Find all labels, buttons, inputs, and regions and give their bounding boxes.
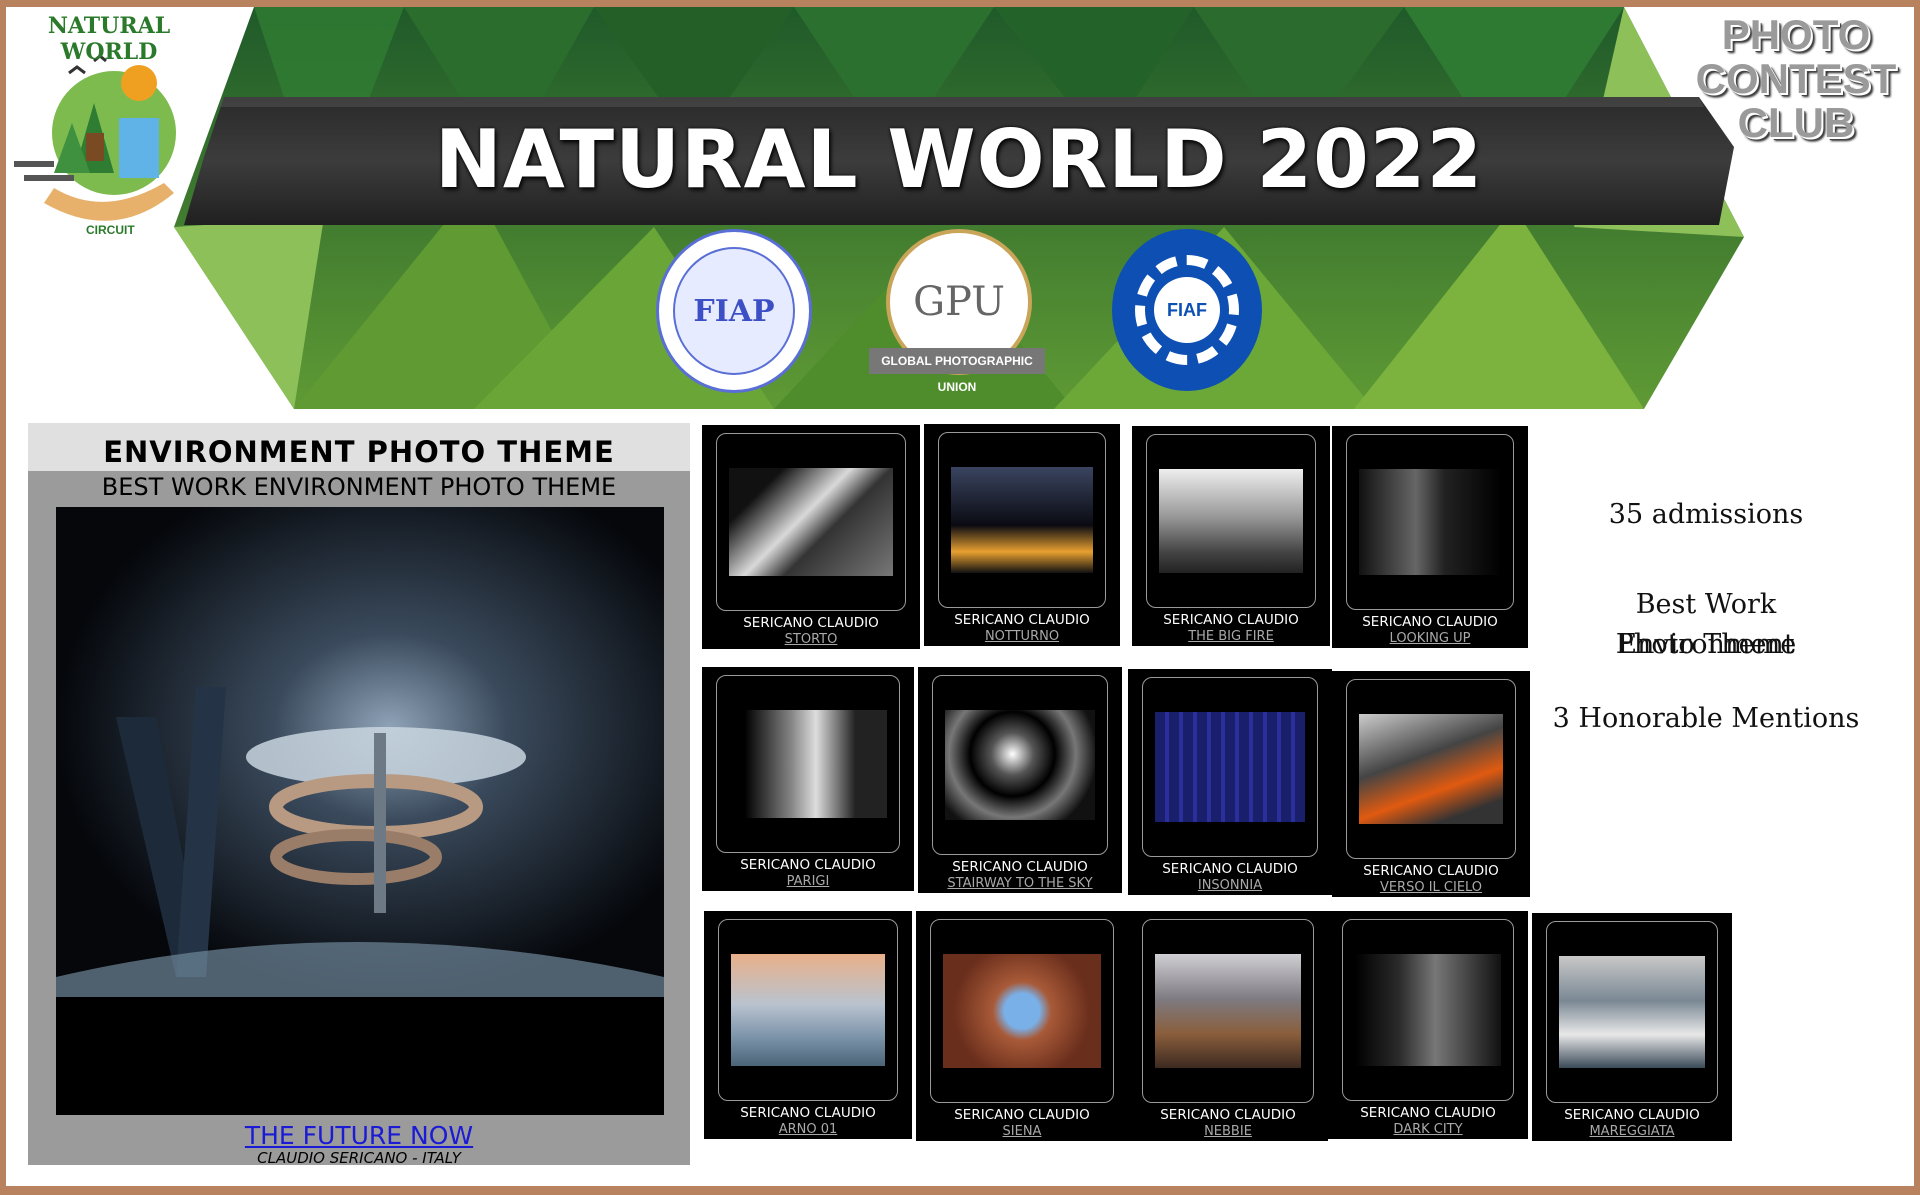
- photo-thumbnail[interactable]: SERICANO CLAUDIO INSONNIA: [1128, 669, 1332, 895]
- logo-line-2: CONTEST: [1695, 55, 1897, 102]
- featured-award-panel: ENVIRONMENT PHOTO THEME BEST WORK ENVIRO…: [28, 423, 690, 1167]
- thumbnail-mat: [1146, 434, 1316, 608]
- fiaf-seal: FIAF: [1112, 229, 1262, 391]
- thumbnail-mat: [716, 433, 906, 611]
- thumbnail-mat: [930, 919, 1114, 1103]
- fiap-seal-label: FIAP: [673, 247, 795, 375]
- thumbnail-image[interactable]: [1355, 954, 1501, 1066]
- photo-thumbnail[interactable]: SERICANO CLAUDIO DARK CITY: [1328, 911, 1528, 1139]
- fiaf-seal-label: FIAF: [1154, 277, 1220, 343]
- thumbnail-author: SERICANO CLAUDIO: [1360, 1105, 1496, 1121]
- photo-thumbnail[interactable]: SERICANO CLAUDIO MAREGGIATA: [1532, 913, 1732, 1141]
- thumbnail-mat: [1346, 679, 1516, 859]
- thumbnail-author: SERICANO CLAUDIO: [1362, 614, 1498, 630]
- thumbnail-author: SERICANO CLAUDIO: [740, 857, 876, 873]
- thumbnail-image[interactable]: [1155, 954, 1301, 1068]
- circuit-logo-text: NATURAL WORLD: [47, 13, 171, 65]
- thumbnail-title-link[interactable]: STAIRWAY TO THE SKY: [918, 876, 1122, 891]
- photo-thumbnail[interactable]: SERICANO CLAUDIO LOOKING UP: [1332, 426, 1528, 648]
- thumbnail-mat: [1546, 921, 1718, 1103]
- thumbnail-mat: [1342, 919, 1514, 1101]
- thumbnail-image[interactable]: [951, 467, 1093, 573]
- thumbnail-title-link[interactable]: DARK CITY: [1328, 1122, 1528, 1137]
- thumbnail-mat: [1346, 434, 1514, 610]
- thumbnail-author: SERICANO CLAUDIO: [1163, 612, 1299, 628]
- photo-thumbnail[interactable]: SERICANO CLAUDIO ARNO 01: [704, 911, 912, 1139]
- circuit-logo-subtext: CIRCUIT: [86, 223, 135, 237]
- natural-world-circuit-logo: NATURAL WORLD CIRCUIT: [14, 13, 204, 247]
- thumbnail-author: SERICANO CLAUDIO: [1363, 863, 1499, 879]
- featured-photo-title-link[interactable]: THE FUTURE NOW: [28, 1121, 690, 1150]
- honorable-mentions-count: 3 Honorable Mentions: [1552, 703, 1860, 734]
- thumbnail-image[interactable]: [1159, 469, 1303, 573]
- thumbnail-title-link[interactable]: SIENA: [916, 1124, 1128, 1139]
- thumbnail-mat: [716, 675, 900, 853]
- thumbnail-title-link[interactable]: VERSO IL CIELO: [1332, 880, 1530, 895]
- thumbnail-title-link[interactable]: STORTO: [702, 632, 920, 647]
- gpu-caption: GLOBAL PHOTOGRAPHIC UNION: [869, 348, 1045, 394]
- thumbnail-title-link[interactable]: NEBBIE: [1128, 1124, 1328, 1139]
- thumbnail-image[interactable]: [1359, 469, 1501, 575]
- thumbnail-image[interactable]: [1155, 712, 1305, 822]
- thumbnail-title-link[interactable]: NOTTURNO: [924, 629, 1120, 644]
- logo-line-3: CLUB: [1737, 99, 1855, 146]
- thumbnail-mat: [718, 919, 898, 1101]
- thumbnail-mat: [1142, 677, 1318, 857]
- photo-thumbnail[interactable]: SERICANO CLAUDIO SIENA: [916, 911, 1128, 1141]
- thumbnail-image[interactable]: [729, 468, 893, 576]
- thumbnail-author: SERICANO CLAUDIO: [954, 1107, 1090, 1123]
- thumbnail-image[interactable]: [943, 954, 1101, 1068]
- featured-photo-author: CLAUDIO SERICANO - ITALY: [257, 1149, 461, 1167]
- thumbnail-title-link[interactable]: THE BIG FIRE: [1132, 629, 1330, 644]
- photo-thumbnail[interactable]: SERICANO CLAUDIO NOTTURNO: [924, 424, 1120, 646]
- photo-thumbnail[interactable]: SERICANO CLAUDIO THE BIG FIRE: [1132, 426, 1330, 646]
- best-work-line-2: Photo Theme: [1615, 629, 1797, 660]
- thumbnail-mat: [938, 432, 1106, 608]
- thumbnail-title-link[interactable]: MAREGGIATA: [1532, 1124, 1732, 1139]
- thumbnail-author: SERICANO CLAUDIO: [743, 615, 879, 631]
- photo-thumbnail[interactable]: SERICANO CLAUDIO VERSO IL CIELO: [1332, 671, 1530, 897]
- featured-photo-image: [56, 507, 664, 1115]
- thumbnail-image[interactable]: [1559, 956, 1705, 1068]
- header-banner: NATURAL WORLD 2022 FIAP GPU GLOBAL PHOTO…: [174, 7, 1744, 409]
- thumbnail-author: SERICANO CLAUDIO: [954, 612, 1090, 628]
- featured-photo[interactable]: [56, 507, 664, 1115]
- contest-title: NATURAL WORLD 2022: [434, 113, 1484, 206]
- thumbnail-author: SERICANO CLAUDIO: [952, 859, 1088, 875]
- photo-thumbnail[interactable]: SERICANO CLAUDIO STORTO: [702, 425, 920, 649]
- theme-heading: ENVIRONMENT PHOTO THEME: [28, 423, 690, 471]
- page-frame: NATURAL WORLD 2022 FIAP GPU GLOBAL PHOTO…: [6, 7, 1914, 1186]
- thumbnail-image[interactable]: [731, 954, 885, 1066]
- fiap-seal: FIAP: [656, 229, 812, 393]
- fiaf-ring-icon: FIAF: [1135, 255, 1239, 365]
- photo-contest-club-logo: PHOTO CONTEST CLUB: [1678, 13, 1914, 145]
- thumbnail-image[interactable]: [729, 710, 887, 818]
- thumbnail-author: SERICANO CLAUDIO: [1564, 1107, 1700, 1123]
- photo-thumbnail[interactable]: SERICANO CLAUDIO STAIRWAY TO THE SKY: [918, 667, 1122, 893]
- award-label: BEST WORK ENVIRONMENT PHOTO THEME: [101, 473, 617, 501]
- thumbnail-title-link[interactable]: LOOKING UP: [1332, 631, 1528, 646]
- thumbnail-image[interactable]: [1359, 714, 1503, 824]
- thumbnail-mat: [932, 675, 1108, 855]
- thumbnail-author: SERICANO CLAUDIO: [1162, 861, 1298, 877]
- admissions-count: 35 admissions: [1608, 499, 1804, 530]
- thumbnail-title-link[interactable]: ARNO 01: [704, 1122, 912, 1137]
- thumbnail-image[interactable]: [945, 710, 1095, 820]
- thumbnail-title-link[interactable]: INSONNIA: [1128, 878, 1332, 893]
- thumbnail-author: SERICANO CLAUDIO: [1160, 1107, 1296, 1123]
- logo-line-1: PHOTO: [1721, 11, 1871, 58]
- thumbnail-mat: [1142, 919, 1314, 1103]
- thumbnail-title-link[interactable]: PARIGI: [702, 874, 914, 889]
- photo-thumbnail[interactable]: SERICANO CLAUDIO NEBBIE: [1128, 911, 1328, 1141]
- thumbnail-author: SERICANO CLAUDIO: [740, 1105, 876, 1121]
- photo-thumbnail[interactable]: SERICANO CLAUDIO PARIGI: [702, 667, 914, 891]
